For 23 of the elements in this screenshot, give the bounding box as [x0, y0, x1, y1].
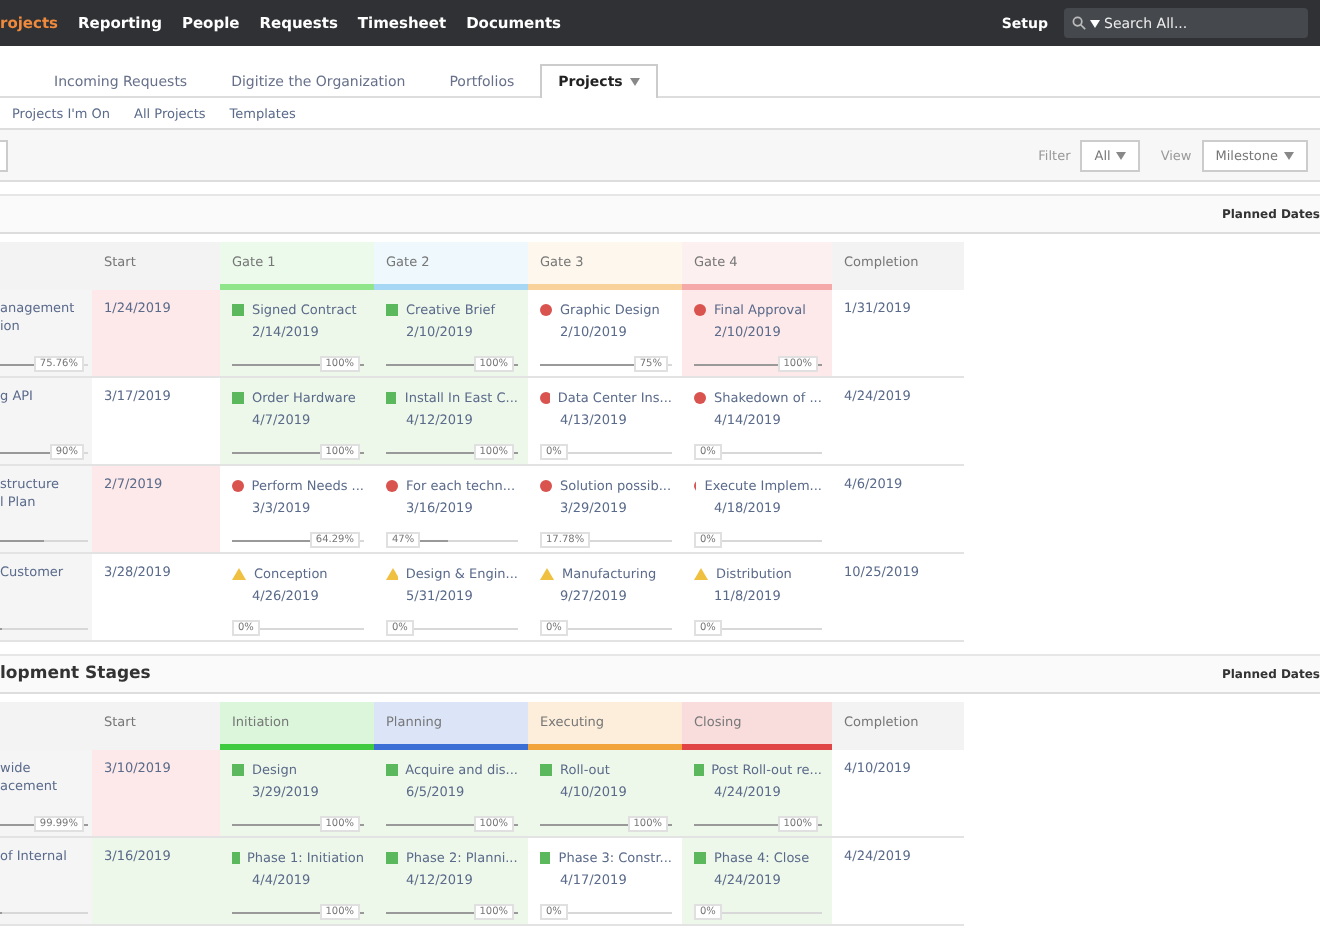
warning-icon: [694, 568, 708, 580]
status-dot-icon: [540, 304, 552, 316]
search-icon: [1072, 16, 1086, 30]
status-dot-icon: [540, 480, 552, 492]
status-dot-icon: [386, 480, 398, 492]
check-square-icon: [232, 392, 244, 404]
status-dot-icon: [694, 304, 706, 316]
section-title: lopment Stages: [0, 664, 151, 684]
toolbar-button[interactable]: [0, 139, 8, 171]
check-square-icon: [694, 852, 706, 864]
caret-icon: [630, 78, 641, 86]
status-dot-icon: [694, 392, 706, 404]
warning-icon: [540, 568, 554, 580]
warning-icon: [232, 568, 246, 580]
check-square-icon: [540, 764, 552, 776]
caret-icon: [1090, 19, 1100, 27]
caret-icon: [1116, 151, 1127, 159]
check-square-icon: [386, 304, 398, 316]
check-square-icon: [386, 852, 398, 864]
warning-icon: [386, 568, 398, 580]
caret-icon: [1284, 151, 1294, 159]
check-square-icon: [232, 304, 244, 316]
check-square-icon: [232, 764, 244, 776]
